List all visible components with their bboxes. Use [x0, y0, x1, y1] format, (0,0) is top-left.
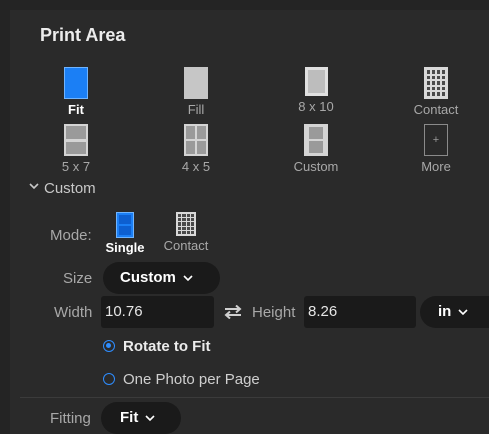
preset-4x5[interactable]: 4 x 5 — [156, 124, 236, 174]
more-plus-icon: + — [424, 124, 448, 156]
divider — [20, 397, 489, 398]
panel-title: Print Area — [40, 25, 126, 45]
custom-section-toggle[interactable]: Custom — [28, 180, 96, 197]
mode-label: Mode: — [50, 227, 92, 244]
8x10-layout-icon — [304, 67, 328, 96]
4x5-layout-icon — [184, 124, 208, 156]
preset-label: 4 x 5 — [181, 159, 211, 174]
preset-5x7[interactable]: 5 x 7 — [36, 124, 116, 174]
size-label: Size — [63, 270, 93, 287]
5x7-layout-icon — [64, 124, 88, 156]
preset-label: 8 x 10 — [298, 99, 334, 114]
fitting-value: Fit — [120, 409, 139, 426]
unit-value: in — [438, 303, 452, 320]
mode-single-button[interactable]: Single — [97, 212, 153, 255]
swap-arrows-icon[interactable] — [223, 305, 243, 319]
width-label: Width — [54, 304, 93, 321]
chevron-down-icon — [183, 275, 193, 282]
preset-fit[interactable]: Fit — [36, 67, 116, 117]
preset-label: 5 x 7 — [61, 159, 91, 174]
fitting-label: Fitting — [50, 410, 91, 427]
height-label: Height — [252, 304, 296, 321]
unit-dropdown[interactable]: in — [420, 296, 489, 328]
preset-contact[interactable]: Contact — [396, 67, 476, 117]
preset-8x10[interactable]: 8 x 10 — [276, 67, 356, 114]
preset-label: Fit — [68, 102, 84, 117]
chevron-down-icon — [29, 183, 39, 190]
preset-fill[interactable]: Fill — [156, 67, 236, 117]
preset-custom[interactable]: Custom — [276, 124, 356, 174]
chevron-down-icon — [458, 309, 468, 316]
fitting-dropdown[interactable]: Fit — [101, 402, 181, 434]
rotate-to-fit-radio[interactable]: Rotate to Fit — [103, 338, 211, 355]
one-photo-per-page-radio[interactable]: One Photo per Page — [103, 371, 260, 388]
mode-option-label: Contact — [163, 238, 209, 253]
radio-label: One Photo per Page — [123, 371, 260, 388]
chevron-down-icon — [145, 415, 155, 422]
size-value: Custom — [120, 269, 176, 286]
preset-label: Contact — [413, 102, 459, 117]
custom-layout-icon — [304, 124, 328, 156]
preset-label: More — [421, 159, 451, 174]
preset-more[interactable]: + More — [396, 124, 476, 174]
contact-sheet-icon — [424, 67, 448, 99]
single-mode-icon — [116, 212, 134, 238]
width-input[interactable] — [101, 296, 214, 328]
preset-label: Custom — [293, 159, 339, 174]
contact-mode-icon — [176, 212, 196, 236]
mode-option-label: Single — [105, 240, 145, 255]
section-title: Custom — [44, 180, 96, 197]
preset-label: Fill — [187, 102, 205, 117]
size-dropdown[interactable]: Custom — [103, 262, 220, 294]
mode-contact-button[interactable]: Contact — [158, 212, 214, 253]
radio-selected-icon — [103, 340, 115, 352]
radio-unselected-icon — [103, 373, 115, 385]
radio-label: Rotate to Fit — [123, 338, 211, 355]
height-input[interactable] — [304, 296, 416, 328]
fit-layout-icon — [64, 67, 88, 99]
fill-layout-icon — [184, 67, 208, 99]
